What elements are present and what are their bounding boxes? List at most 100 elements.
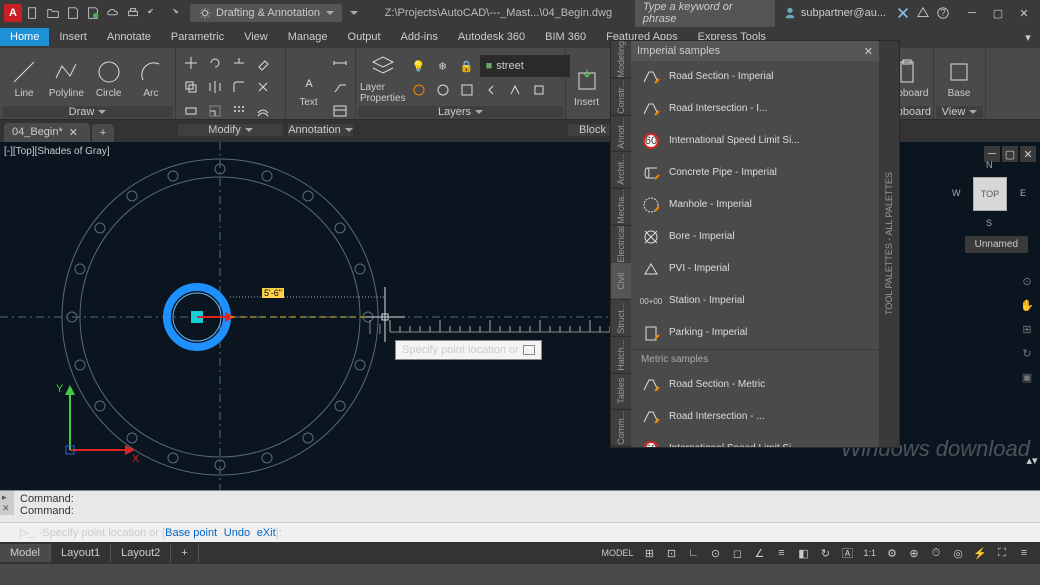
cleanscreen-icon[interactable]: ⛶ <box>992 543 1012 563</box>
palette-item[interactable]: Manhole - Imperial <box>631 189 879 221</box>
ucs-icon[interactable]: X Y <box>50 380 140 470</box>
layer-prev-button[interactable] <box>480 79 502 101</box>
new-icon[interactable] <box>24 4 42 22</box>
palette-item[interactable]: Bore - Imperial <box>631 221 879 253</box>
palette-item[interactable]: Concrete Pipe - Imperial <box>631 157 879 189</box>
tab-a360[interactable]: Autodesk 360 <box>448 28 535 46</box>
layer-off-button[interactable]: 💡 <box>408 55 430 77</box>
open-icon[interactable] <box>44 4 62 22</box>
scroll-handle[interactable]: ▴▾ <box>1026 454 1038 466</box>
viewcube[interactable]: TOP N S W E <box>958 162 1022 226</box>
side-tab-struct[interactable]: Struct... <box>611 300 631 337</box>
file-tab[interactable]: 04_Begin*✕ <box>4 123 90 142</box>
command-input[interactable]: ▷_ -Specify point location or [Base poin… <box>0 522 1040 542</box>
status-tab-layout1[interactable]: Layout1 <box>51 544 111 562</box>
exchange-icon[interactable] <box>894 4 912 22</box>
palette-item[interactable]: Road Section - Metric <box>631 369 879 401</box>
workspace-icon[interactable]: ⚙ <box>882 543 902 563</box>
stretch-button[interactable] <box>180 100 202 122</box>
text-button[interactable]: AText <box>290 61 327 113</box>
side-tab-electrical[interactable]: Electrical <box>611 226 631 264</box>
isolate-icon[interactable]: ◎ <box>948 543 968 563</box>
line-button[interactable]: Line <box>4 52 44 104</box>
layer-dropdown[interactable]: ■street <box>480 55 570 77</box>
snap-icon[interactable]: ⊡ <box>661 543 681 563</box>
side-tab-annot[interactable]: Annot... <box>611 115 631 152</box>
tab-output[interactable]: Output <box>338 28 391 46</box>
side-tab-tables[interactable]: Tables <box>611 373 631 410</box>
tab-insert[interactable]: Insert <box>49 28 97 46</box>
palette-item[interactable]: Road Intersection - ... <box>631 401 879 433</box>
hardware-icon[interactable]: ⚡ <box>970 543 990 563</box>
close-button[interactable]: ✕ <box>1012 4 1036 22</box>
tab-view[interactable]: View <box>234 28 278 46</box>
polyline-button[interactable]: Polyline <box>46 52 86 104</box>
workspace-switcher[interactable]: Drafting & Annotation <box>190 4 342 22</box>
side-tab-civil[interactable]: Civil <box>611 263 631 300</box>
array-button[interactable] <box>228 100 250 122</box>
layer-match-button[interactable] <box>456 79 478 101</box>
layer-state-button[interactable] <box>528 79 550 101</box>
new-tab-button[interactable]: + <box>92 124 114 142</box>
tab-bim360[interactable]: BIM 360 <box>535 28 596 46</box>
a360-icon[interactable] <box>914 4 932 22</box>
ribbon-collapse-icon[interactable]: ▾ <box>1022 28 1040 46</box>
undo-icon[interactable] <box>144 4 162 22</box>
save-icon[interactable] <box>64 4 82 22</box>
osnap-icon[interactable]: ◻ <box>727 543 747 563</box>
scale-button[interactable] <box>204 100 226 122</box>
layer-properties-button[interactable]: Layer Properties <box>360 52 406 104</box>
minimize-button[interactable]: ─ <box>960 4 984 22</box>
fillet-button[interactable] <box>228 76 250 98</box>
cmd-option-exit[interactable]: eXit <box>257 527 276 539</box>
offset-button[interactable] <box>252 100 274 122</box>
print-icon[interactable] <box>124 4 142 22</box>
redo-icon[interactable] <box>164 4 182 22</box>
palette-item[interactable]: Parking - Imperial <box>631 317 879 349</box>
grid-icon[interactable]: ⊞ <box>639 543 659 563</box>
cmd-option-undo[interactable]: Undo <box>224 527 250 539</box>
pan-icon[interactable]: ✋ <box>1018 296 1036 314</box>
base-view-button[interactable]: Base <box>938 52 980 104</box>
leader-button[interactable] <box>329 76 351 98</box>
cloud-icon[interactable] <box>104 4 122 22</box>
palette-item[interactable]: 60International Speed Limit Si... <box>631 125 879 157</box>
scale-label[interactable]: 1:1 <box>859 543 880 563</box>
layer-lock-button[interactable]: 🔒 <box>456 55 478 77</box>
move-button[interactable] <box>180 52 202 74</box>
cmd-handle-icon[interactable]: ▸✕ <box>0 491 14 515</box>
status-model-toggle[interactable]: MODEL <box>597 543 637 563</box>
units-icon[interactable]: ⏱ <box>926 543 946 563</box>
layer-uniso-button[interactable] <box>432 79 454 101</box>
side-tab-comm[interactable]: Comm... <box>611 410 631 447</box>
saveas-icon[interactable] <box>84 4 102 22</box>
insert-block-button[interactable]: Insert <box>570 61 603 113</box>
tab-parametric[interactable]: Parametric <box>161 28 234 46</box>
circle-button[interactable]: Circle <box>89 52 129 104</box>
copy-button[interactable] <box>180 76 202 98</box>
cycling-icon[interactable]: ↻ <box>815 543 835 563</box>
viewcube-s[interactable]: S <box>986 218 992 228</box>
tooltip-options-icon[interactable] <box>523 345 535 355</box>
transparency-icon[interactable]: ◧ <box>793 543 813 563</box>
search-input[interactable]: Type a keyword or phrase <box>635 0 775 27</box>
side-tab-constr[interactable]: Constr... <box>611 79 631 116</box>
explode-button[interactable] <box>252 76 274 98</box>
otrack-icon[interactable]: ∠ <box>749 543 769 563</box>
lineweight-icon[interactable]: ≡ <box>771 543 791 563</box>
arc-button[interactable]: Arc <box>131 52 171 104</box>
viewcube-w[interactable]: W <box>952 188 961 198</box>
layer-walk-button[interactable] <box>504 79 526 101</box>
palette-item[interactable]: 60International Speed Limit Si... <box>631 433 879 447</box>
qat-menu-icon[interactable] <box>344 4 362 22</box>
status-tab-add[interactable]: + <box>171 544 198 562</box>
layer-freeze-button[interactable]: ❄ <box>432 55 454 77</box>
rotate-button[interactable] <box>204 52 226 74</box>
ortho-icon[interactable]: ∟ <box>683 543 703 563</box>
tab-addins[interactable]: Add-ins <box>391 28 448 46</box>
layer-iso-button[interactable] <box>408 79 430 101</box>
zoom-extents-icon[interactable]: ⊞ <box>1018 320 1036 338</box>
palette-close-icon[interactable]: ✕ <box>864 45 873 58</box>
status-tab-layout2[interactable]: Layout2 <box>111 544 171 562</box>
palette-item[interactable]: Road Section - Imperial <box>631 61 879 93</box>
